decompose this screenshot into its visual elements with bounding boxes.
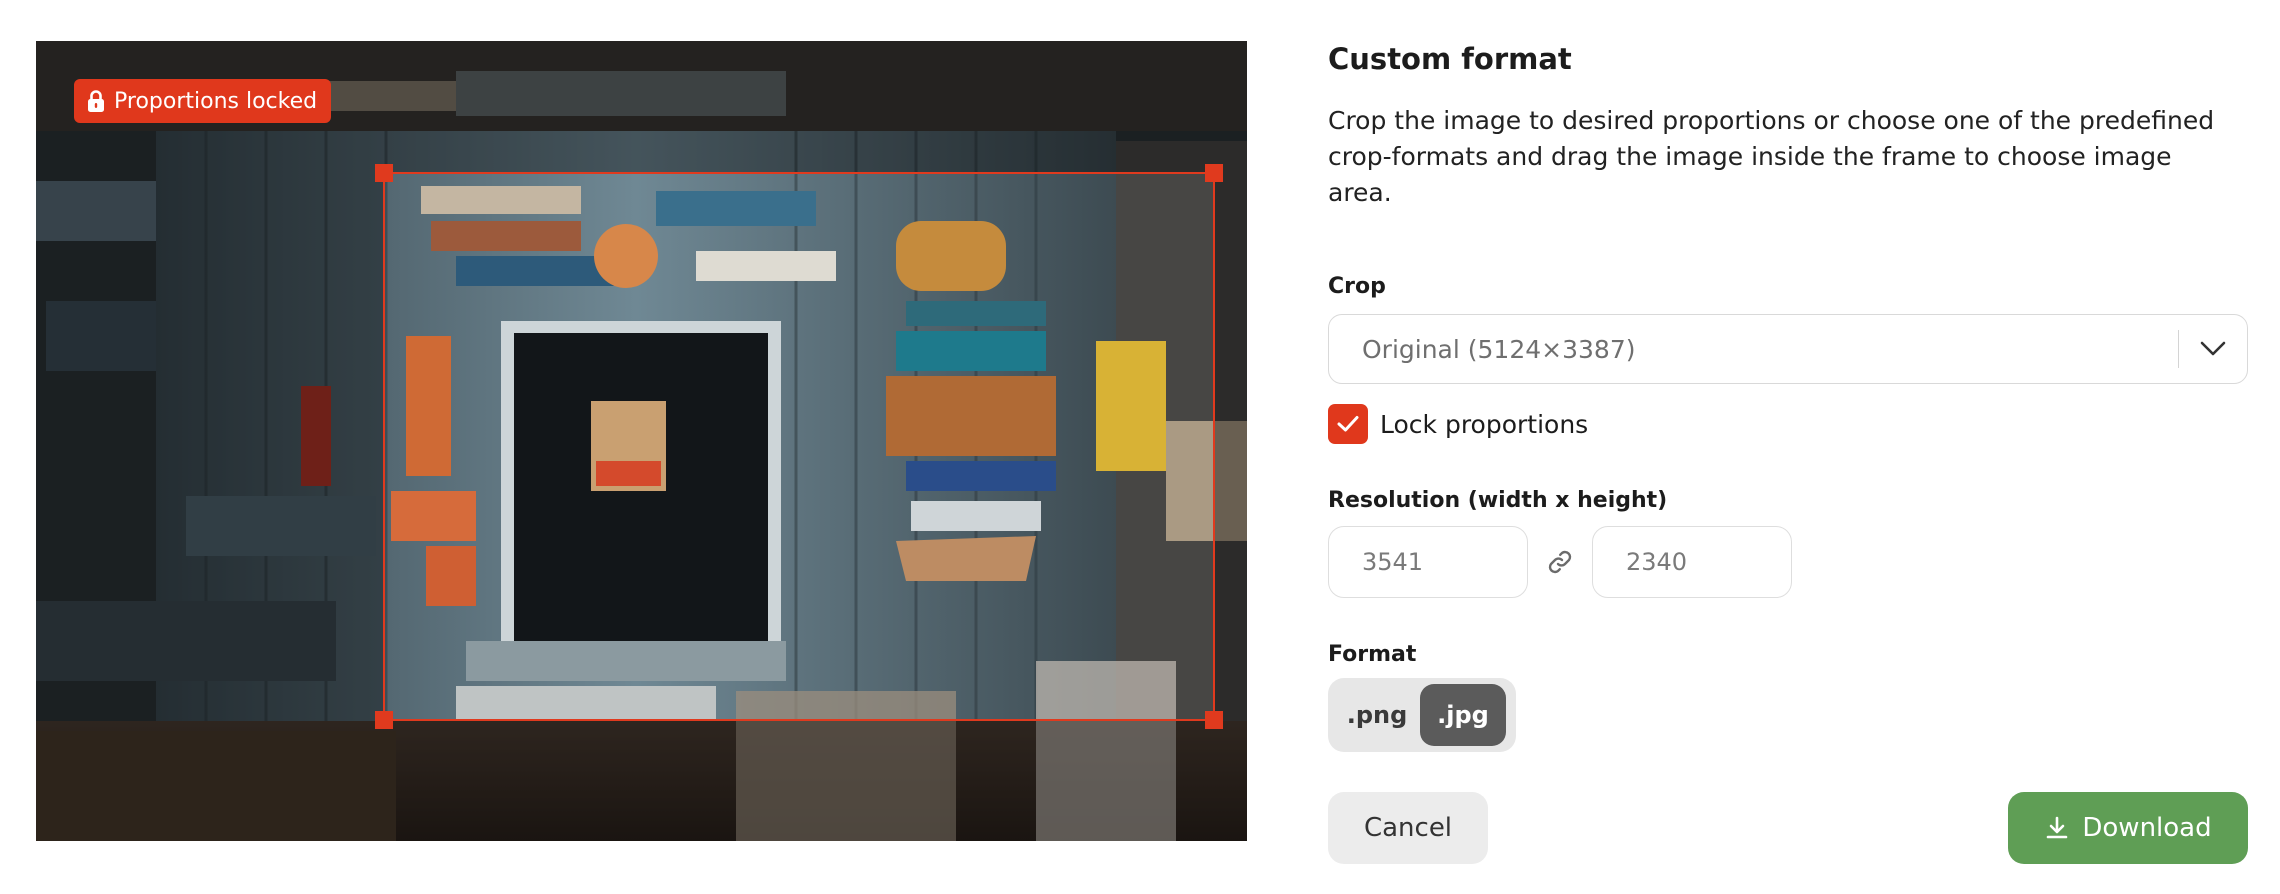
crop-handle-top-left[interactable]	[375, 164, 393, 182]
resolution-label: Resolution (width x height)	[1328, 488, 1668, 513]
height-input[interactable]	[1592, 526, 1792, 598]
badge-label: Proportions locked	[114, 88, 318, 114]
proportions-locked-badge: Proportions locked	[74, 79, 332, 123]
width-input[interactable]	[1328, 526, 1528, 598]
crop-handle-bottom-right[interactable]	[1205, 711, 1223, 729]
crop-handle-bottom-left[interactable]	[375, 711, 393, 729]
link-icon[interactable]	[1545, 547, 1575, 577]
custom-format-panel: Custom format Crop the image to desired …	[1328, 0, 2248, 894]
format-png-button[interactable]: .png	[1334, 684, 1420, 746]
image-preview[interactable]: Proportions locked	[36, 41, 1247, 841]
crop-label: Crop	[1328, 274, 1386, 299]
crop-frame[interactable]	[375, 164, 1223, 729]
format-label: Format	[1328, 642, 1417, 667]
check-icon	[1337, 416, 1359, 432]
lock-proportions-toggle[interactable]: Lock proportions	[1328, 404, 1588, 444]
crop-select[interactable]: Original (5124×3387)	[1328, 314, 2248, 384]
lock-icon	[88, 90, 104, 112]
download-icon	[2047, 816, 2068, 839]
crop-select-value: Original (5124×3387)	[1362, 334, 1636, 364]
panel-title: Custom format	[1328, 42, 1572, 76]
format-jpg-button[interactable]: .jpg	[1420, 684, 1506, 746]
format-toggle: .png .jpg	[1328, 678, 1516, 752]
panel-description: Crop the image to desired proportions or…	[1328, 106, 2215, 207]
chevron-down-icon[interactable]	[2179, 341, 2247, 357]
lock-proportions-checkbox[interactable]	[1328, 404, 1368, 444]
crop-handle-top-right[interactable]	[1205, 164, 1223, 182]
cancel-button[interactable]: Cancel	[1328, 792, 1488, 864]
lock-proportions-label: Lock proportions	[1380, 409, 1589, 439]
download-button[interactable]: Download	[2008, 792, 2248, 864]
download-label: Download	[2082, 813, 2212, 843]
